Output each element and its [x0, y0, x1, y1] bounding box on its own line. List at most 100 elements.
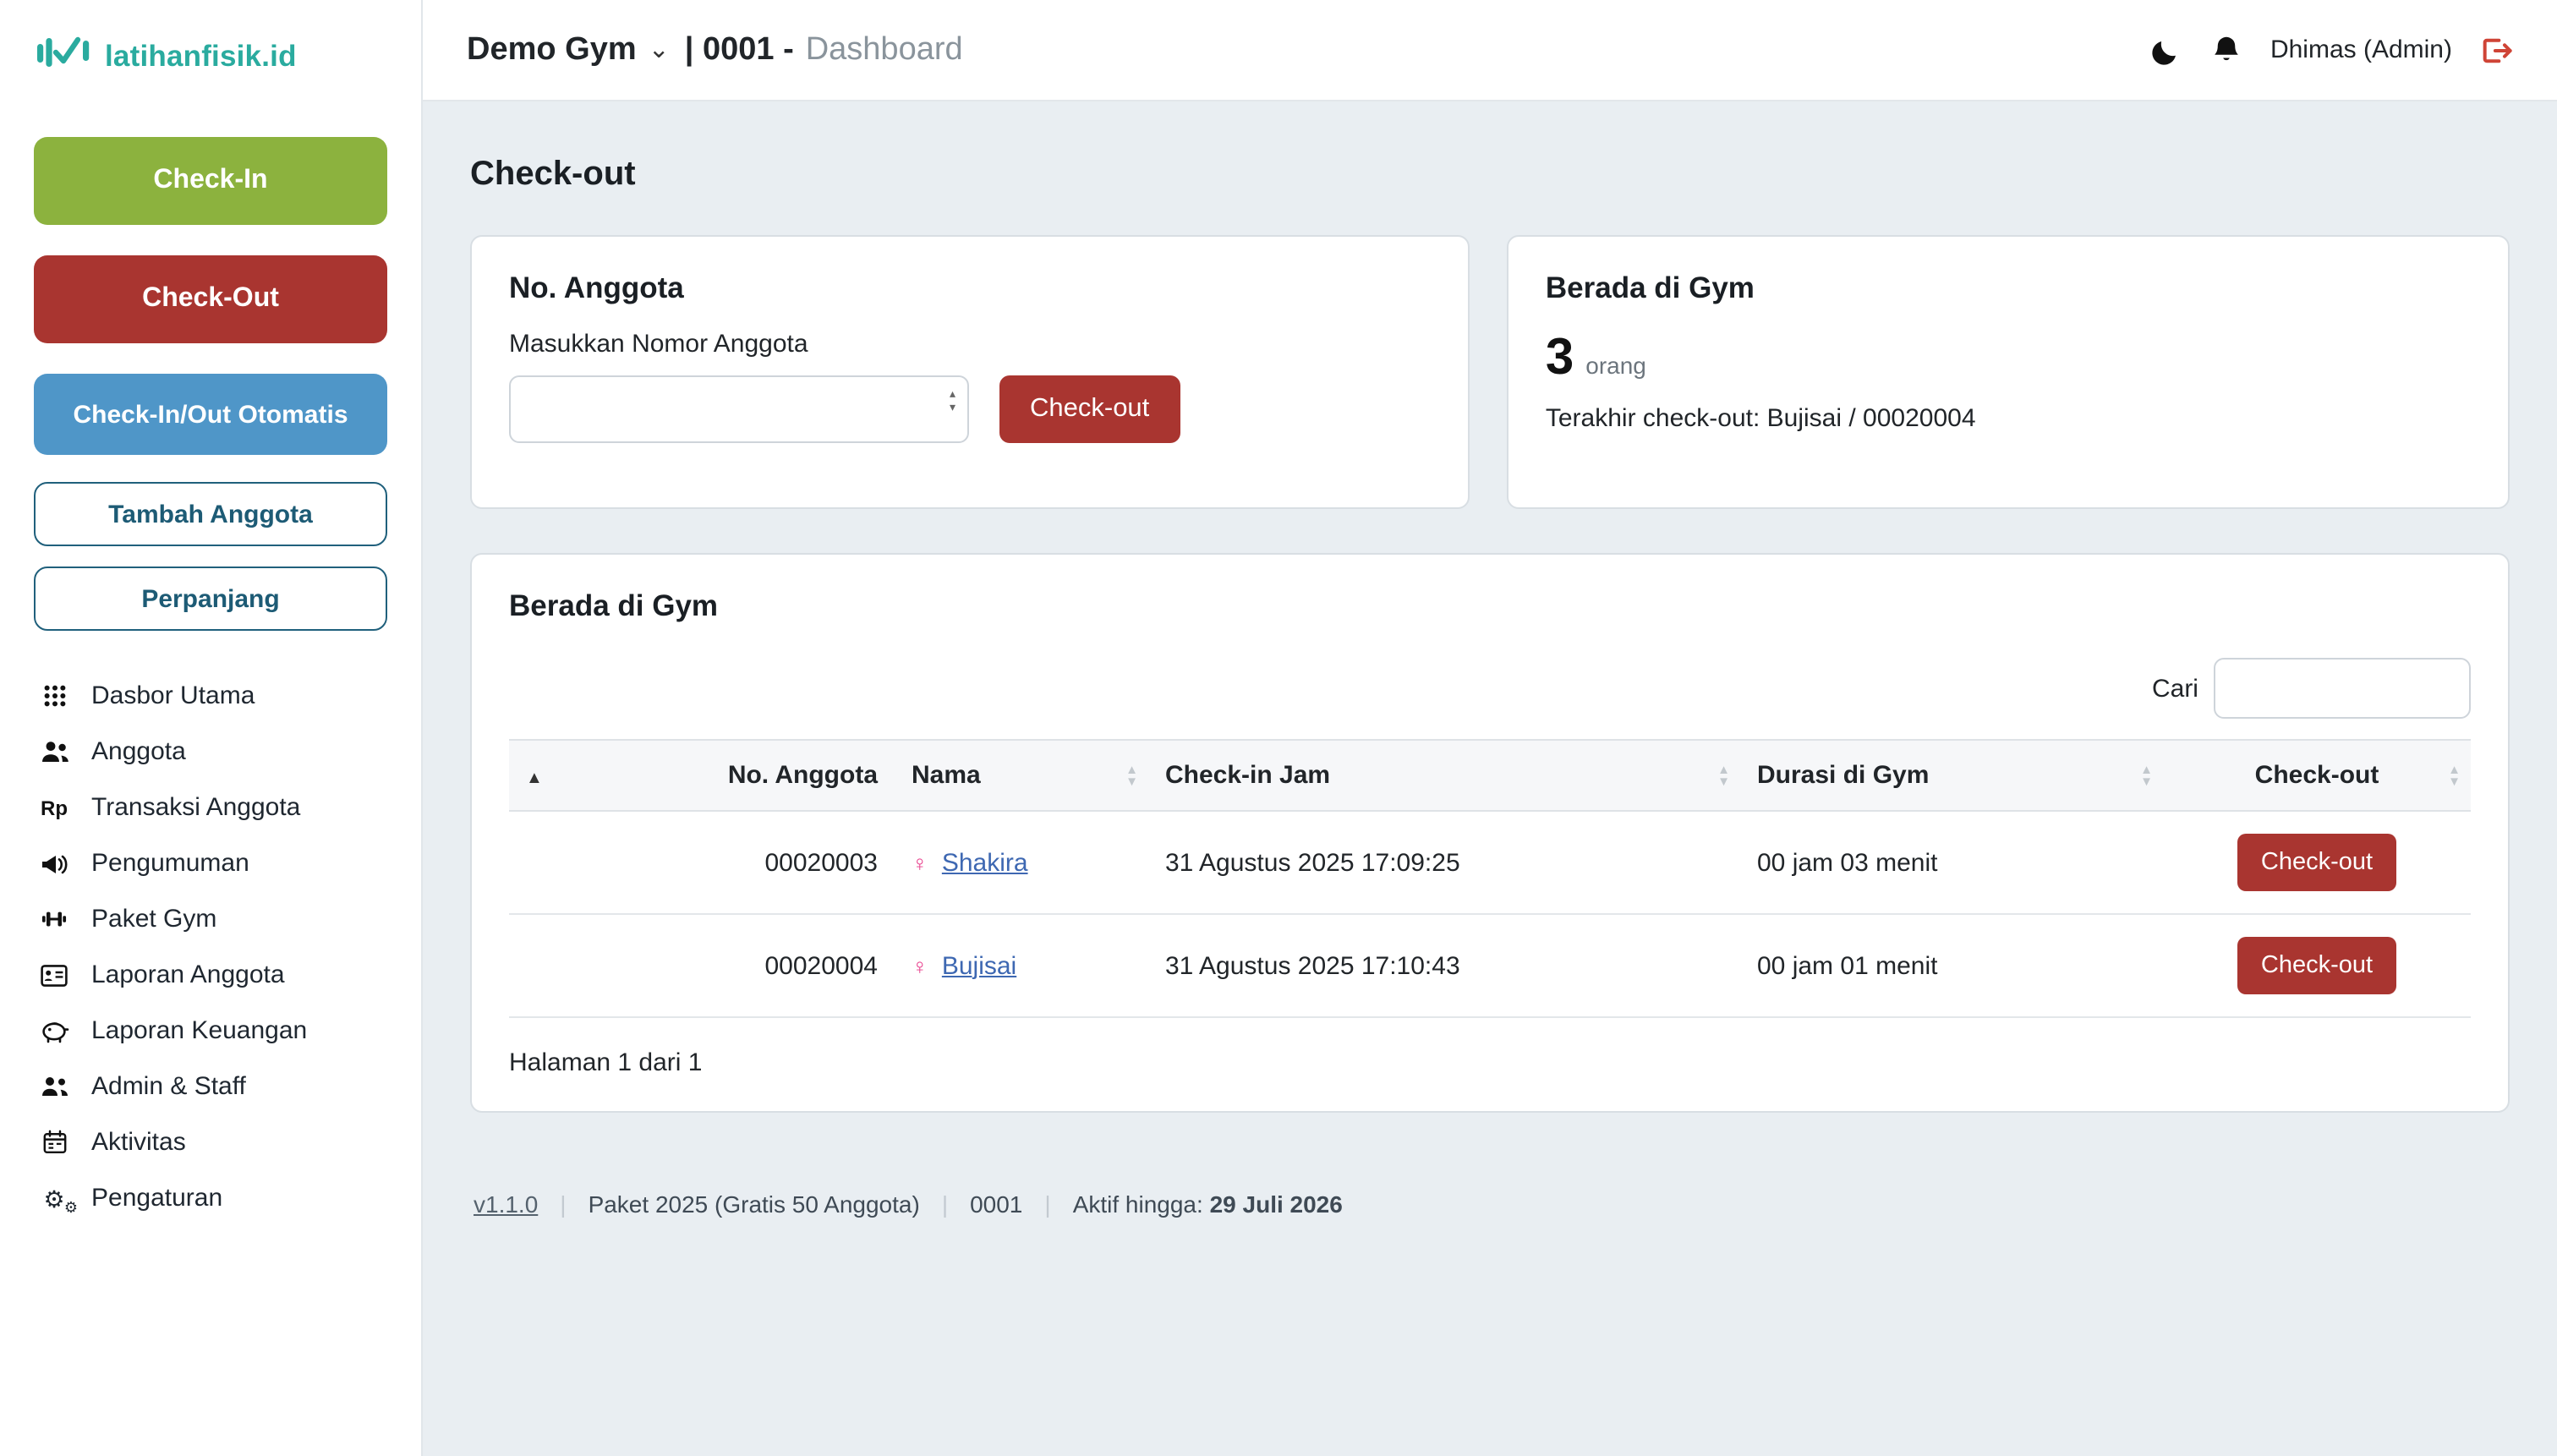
- table-card-title: Berada di Gym: [509, 588, 2471, 624]
- row-index-cell: [509, 914, 709, 1017]
- last-checkout-text: Terakhir check-out: Bujisai / 00020004: [1546, 404, 2471, 433]
- members-table: ▲ No. Anggota Nama ▲▼ Check-in Jam ▲▼: [509, 739, 2471, 1018]
- female-icon: ♀: [912, 850, 928, 875]
- sidebar: latihanfisik.id Check-In Check-Out Check…: [0, 0, 423, 1456]
- user-label: Dhimas (Admin): [2270, 36, 2452, 64]
- breadcrumb: Demo Gym ⌄ | 0001 - Dashboard: [467, 31, 963, 68]
- sidebar-item-announcements[interactable]: Pengumuman: [34, 835, 387, 891]
- column-header-duration[interactable]: Durasi di Gym ▲▼: [1740, 740, 2163, 811]
- gym-code: | 0001 -: [685, 31, 794, 68]
- member-name-link[interactable]: Bujisai: [942, 951, 1016, 980]
- sidebar-item-admin-staff[interactable]: Admin & Staff: [34, 1059, 387, 1114]
- member-number-card: No. Anggota Masukkan Nomor Anggota ▴▾ Ch…: [470, 235, 1470, 509]
- table-row: 00020003 ♀ Shakira 31 Agustus 2025 17:09…: [509, 811, 2471, 914]
- column-header-checkout[interactable]: Check-out ▲▼: [2163, 740, 2471, 811]
- dumbbell-icon: [37, 906, 71, 932]
- grid-icon: [37, 683, 71, 709]
- sidebar-item-members[interactable]: Anggota: [34, 724, 387, 780]
- duration-cell: 00 jam 03 menit: [1740, 811, 2163, 914]
- gym-code-footer: 0001: [970, 1191, 1022, 1218]
- occupancy-card: Berada di Gym 3 orang Terakhir check-out…: [1507, 235, 2510, 509]
- sidebar-item-label: Anggota: [91, 737, 186, 766]
- megaphone-icon: [37, 851, 71, 875]
- page-title: Check-out: [470, 156, 2510, 194]
- checkin-time-cell: 31 Agustus 2025 17:09:25: [1148, 811, 1740, 914]
- footer-separator: |: [1044, 1191, 1050, 1218]
- sidebar-item-settings[interactable]: ⚙⚙ Pengaturan: [34, 1170, 387, 1226]
- sidebar-item-label: Pengaturan: [91, 1184, 222, 1212]
- sidebar-item-gym-packages[interactable]: Paket Gym: [34, 891, 387, 947]
- occupancy-unit: orang: [1585, 352, 1646, 379]
- sidebar-item-label: Paket Gym: [91, 905, 216, 933]
- sidebar-item-transactions[interactable]: Rp Transaksi Anggota: [34, 780, 387, 835]
- row-action-cell: Check-out: [2163, 811, 2471, 914]
- member-name-cell: ♀ Bujisai: [895, 914, 1148, 1017]
- chevron-down-icon[interactable]: ⌄: [649, 42, 670, 57]
- sort-both-icon: ▲▼: [1125, 763, 1138, 788]
- duration-cell: 00 jam 01 menit: [1740, 914, 2163, 1017]
- notifications-bell-icon[interactable]: [2211, 34, 2243, 66]
- calendar-icon: [37, 1130, 71, 1155]
- pagination-info: Halaman 1 dari 1: [509, 1048, 2471, 1077]
- add-member-button[interactable]: Tambah Anggota: [34, 482, 387, 546]
- sort-both-icon: ▲▼: [2140, 763, 2153, 788]
- row-index-cell: [509, 811, 709, 914]
- package-info: Paket 2025 (Gratis 50 Anggota): [589, 1191, 920, 1218]
- column-header-checkin[interactable]: Check-in Jam ▲▼: [1148, 740, 1740, 811]
- active-date: 29 Juli 2026: [1210, 1191, 1343, 1218]
- auto-checkinout-button[interactable]: Check-In/Out Otomatis: [34, 374, 387, 455]
- top-cards: No. Anggota Masukkan Nomor Anggota ▴▾ Ch…: [470, 235, 2510, 509]
- row-checkout-button[interactable]: Check-out: [2237, 937, 2396, 994]
- sort-asc-icon: ▲: [526, 769, 543, 788]
- footer-separator: |: [560, 1191, 566, 1218]
- sidebar-item-finance-reports[interactable]: Laporan Keuangan: [34, 1003, 387, 1059]
- sidebar-item-label: Transaksi Anggota: [91, 793, 300, 822]
- gym-members-table-card: Berada di Gym Cari ▲ No. Anggota Na: [470, 553, 2510, 1113]
- checkout-button[interactable]: Check-Out: [34, 255, 387, 343]
- sidebar-item-member-reports[interactable]: Laporan Anggota: [34, 947, 387, 1003]
- version-link[interactable]: v1.1.0: [474, 1191, 538, 1218]
- sidebar-item-label: Admin & Staff: [91, 1072, 246, 1101]
- member-no-cell: 00020004: [709, 914, 895, 1017]
- member-number-input[interactable]: [509, 375, 969, 443]
- table-row: 00020004 ♀ Bujisai 31 Agustus 2025 17:10…: [509, 914, 2471, 1017]
- brand-logo[interactable]: latihanfisik.id: [37, 34, 387, 79]
- sidebar-item-label: Aktivitas: [91, 1128, 186, 1157]
- sort-index-header[interactable]: ▲: [509, 740, 709, 811]
- topbar-actions: Dhimas (Admin): [2150, 33, 2513, 67]
- piggy-bank-icon: [37, 1018, 71, 1043]
- column-header-name[interactable]: Nama ▲▼: [895, 740, 1148, 811]
- renew-button[interactable]: Perpanjang: [34, 567, 387, 631]
- top-bar: Demo Gym ⌄ | 0001 - Dashboard Dhima: [423, 0, 2557, 101]
- active-until: Aktif hingga: 29 Juli 2026: [1073, 1191, 1343, 1218]
- member-name-cell: ♀ Shakira: [895, 811, 1148, 914]
- sidebar-menu: Dasbor Utama Anggota Rp Transaksi Anggot…: [34, 668, 387, 1226]
- staff-icon: [37, 1074, 71, 1099]
- gym-name: Demo Gym: [467, 31, 637, 68]
- footer: v1.1.0 | Paket 2025 (Gratis 50 Anggota) …: [470, 1187, 2510, 1268]
- logout-icon[interactable]: [2479, 35, 2513, 65]
- main-area: Demo Gym ⌄ | 0001 - Dashboard Dhima: [423, 0, 2557, 1456]
- people-icon: [37, 739, 71, 764]
- column-header-member-no[interactable]: No. Anggota: [709, 740, 895, 811]
- occupancy-card-title: Berada di Gym: [1546, 271, 2471, 306]
- search-input[interactable]: [2214, 658, 2471, 719]
- sidebar-item-activity[interactable]: Aktivitas: [34, 1114, 387, 1170]
- female-icon: ♀: [912, 953, 928, 978]
- member-number-label: Masukkan Nomor Anggota: [509, 330, 1431, 359]
- member-checkout-button[interactable]: Check-out: [999, 375, 1180, 443]
- latihanfisik-logo-icon: [37, 34, 91, 79]
- page-name: Dashboard: [806, 31, 963, 68]
- footer-separator: |: [942, 1191, 948, 1218]
- checkin-time-cell: 31 Agustus 2025 17:10:43: [1148, 914, 1740, 1017]
- number-spinner-icon[interactable]: ▴▾: [950, 389, 955, 414]
- dark-mode-moon-icon[interactable]: [2150, 33, 2184, 67]
- member-name-link[interactable]: Shakira: [942, 848, 1028, 877]
- sidebar-item-dashboard[interactable]: Dasbor Utama: [34, 668, 387, 724]
- gears-icon: ⚙⚙: [37, 1186, 71, 1210]
- occupancy-count: 3: [1546, 330, 1574, 387]
- member-card-title: No. Anggota: [509, 271, 1431, 306]
- checkin-button[interactable]: Check-In: [34, 137, 387, 225]
- id-card-icon: [37, 963, 71, 987]
- row-checkout-button[interactable]: Check-out: [2237, 834, 2396, 891]
